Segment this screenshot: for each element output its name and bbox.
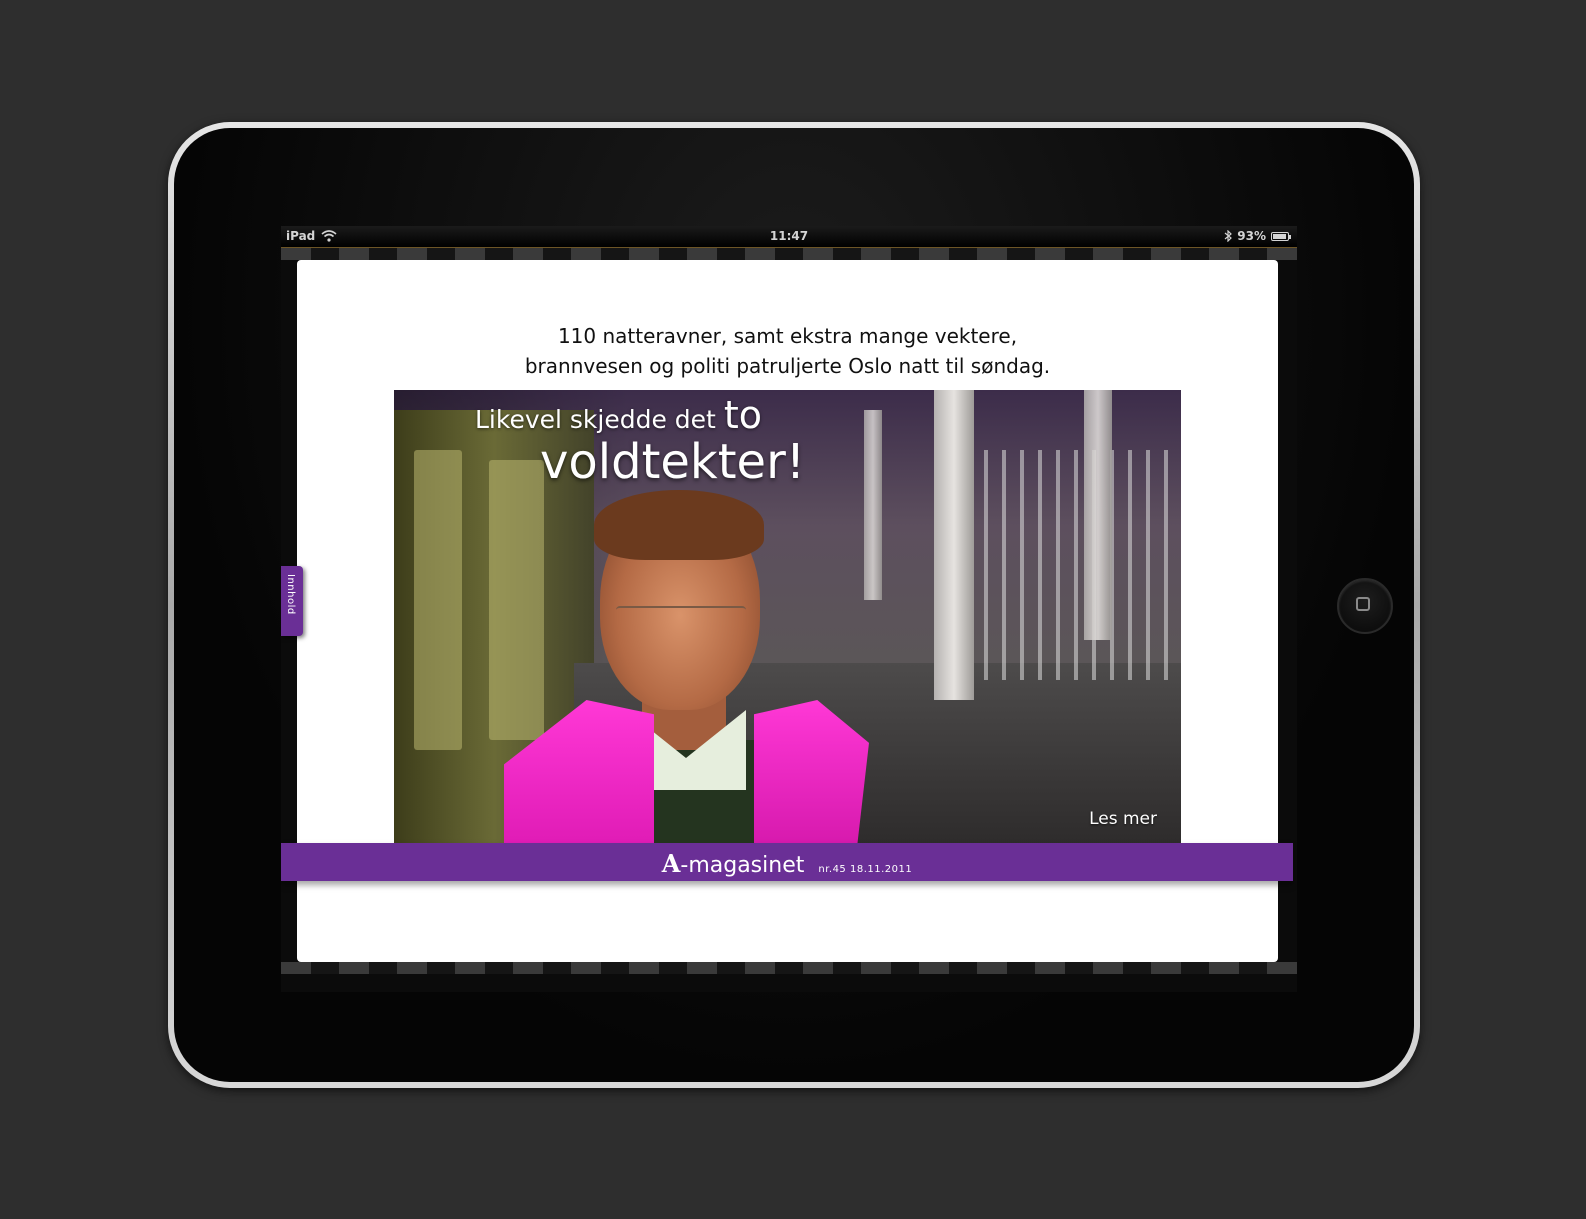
- photo-pillar: [934, 390, 974, 700]
- bluetooth-icon: [1224, 230, 1233, 242]
- headline-line-1: Likevel skjedde det to: [475, 393, 762, 437]
- headline-emphasis: to: [723, 393, 762, 437]
- stage: iPad 11:47 93% 110 natteravner, samt eks…: [0, 0, 1586, 1219]
- contents-tab[interactable]: Innhold: [281, 566, 303, 636]
- person-hair: [594, 490, 764, 560]
- intro-text: 110 natteravner, samt ekstra mange vekte…: [297, 321, 1278, 381]
- photo-pillar: [1084, 390, 1112, 640]
- battery-fill: [1273, 233, 1287, 239]
- person-glasses: [616, 606, 746, 630]
- headline-line-2: voldtekter!: [540, 434, 806, 490]
- issue-info: nr.45 18.11.2011: [818, 864, 913, 875]
- footer-content: A -magasinet nr.45 18.11.2011: [281, 849, 1293, 878]
- battery-icon: [1271, 231, 1291, 241]
- status-right: 93%: [1224, 229, 1291, 243]
- page-curl-top: [281, 248, 1297, 260]
- intro-line-1: 110 natteravner, samt ekstra mange vekte…: [557, 324, 1018, 348]
- logo-text: -magasinet: [680, 853, 805, 878]
- headline-part-1: Likevel skjedde det: [475, 405, 724, 434]
- photo-pillar: [864, 410, 882, 600]
- status-time: 11:47: [769, 229, 809, 243]
- read-more-link[interactable]: Les mer: [1089, 809, 1157, 829]
- battery-percent: 93%: [1237, 229, 1266, 243]
- status-bar: iPad 11:47 93%: [281, 226, 1297, 248]
- home-square-icon: [1356, 597, 1370, 611]
- magazine-logo[interactable]: A -magasinet: [662, 849, 805, 878]
- logo-letter: A: [661, 849, 681, 878]
- screen: iPad 11:47 93% 110 natteravner, samt eks…: [281, 226, 1297, 992]
- article-photo[interactable]: Likevel skjedde det to voldtekter! Les m…: [394, 390, 1181, 843]
- photo-railing: [984, 450, 1181, 680]
- page-curl-bottom: [281, 962, 1297, 974]
- photo-window: [414, 450, 462, 750]
- home-button[interactable]: [1337, 578, 1393, 634]
- intro-line-2: brannvesen og politi patruljerte Oslo na…: [524, 354, 1051, 378]
- magazine-footer-bar: A -magasinet nr.45 18.11.2011: [281, 843, 1293, 881]
- photo-window: [489, 460, 544, 740]
- contents-tab-label: Innhold: [285, 574, 296, 615]
